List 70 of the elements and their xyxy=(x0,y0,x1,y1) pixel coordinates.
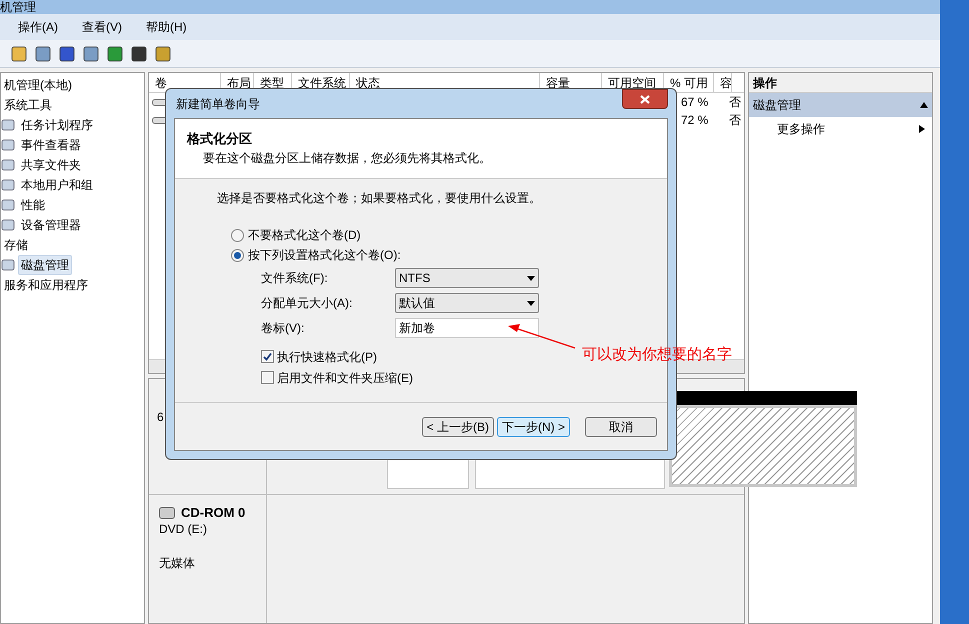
tool-icon xyxy=(1,158,15,172)
table-cell-text: 否 xyxy=(728,94,741,111)
disk-info-text: 6 xyxy=(157,409,165,425)
radio-button[interactable] xyxy=(231,248,244,262)
disk-type: DVD (E:) xyxy=(159,521,208,537)
checkbox[interactable] xyxy=(261,371,274,384)
partition-box[interactable] xyxy=(387,459,469,489)
toolbar-icon[interactable] xyxy=(10,44,28,62)
checkbox-label: 启用文件和文件夹压缩(E) xyxy=(277,370,413,386)
toolbar-icon[interactable] xyxy=(130,44,148,62)
menu-item[interactable]: 查看(V) xyxy=(82,18,122,36)
close-icon xyxy=(640,94,650,104)
disk-status: 无媒体 xyxy=(159,555,196,571)
toolbar-icon[interactable] xyxy=(106,44,124,62)
tree-item[interactable]: 存储 xyxy=(1,235,31,255)
wizard-button[interactable]: 取消 xyxy=(585,416,657,436)
tree-item[interactable]: 系统工具 xyxy=(1,95,55,115)
dropdown[interactable]: NTFS xyxy=(395,268,539,288)
pane-header: 操作 xyxy=(749,73,932,93)
radio-label: 按下列设置格式化这个卷(O): xyxy=(248,247,401,264)
partition-box[interactable] xyxy=(475,459,665,489)
tree-item[interactable]: 事件查看器 xyxy=(18,135,84,155)
wizard-button[interactable]: < 上一步(B) xyxy=(422,416,494,436)
action-section[interactable]: 磁盘管理 xyxy=(749,93,932,117)
tree-item[interactable]: 任务计划程序 xyxy=(18,115,96,135)
window-title: 机管理 xyxy=(0,1,36,13)
wizard-subtitle: 要在这个磁盘分区上储存数据，您必须先将其格式化。 xyxy=(202,150,492,166)
menu-item[interactable]: 操作(A) xyxy=(18,18,58,36)
radio-label: 不要格式化这个卷(D) xyxy=(248,227,361,244)
tree-item[interactable]: 本地用户和组 xyxy=(18,175,96,195)
disk-name: CD-ROM 0 xyxy=(181,505,246,521)
toolbar-icon[interactable] xyxy=(154,44,172,62)
checkbox[interactable] xyxy=(261,350,274,363)
toolbar-icon[interactable] xyxy=(34,44,52,62)
dialog-title: 新建简单卷向导 xyxy=(176,96,260,112)
tool-icon xyxy=(1,258,15,272)
table-cell-text: 否 xyxy=(728,112,741,129)
cd-drive-icon xyxy=(159,507,175,519)
wizard-heading: 格式化分区 xyxy=(187,130,253,148)
dropdown[interactable]: 默认值 xyxy=(395,292,539,312)
field-label: 卷标(V): xyxy=(261,320,306,336)
table-cell-text: 67 % xyxy=(680,94,710,111)
tool-icon xyxy=(1,218,15,232)
tree-item[interactable]: 服务和应用程序 xyxy=(1,275,91,295)
field-label: 分配单元大小(A): xyxy=(261,294,354,312)
prompt-text: 选择是否要格式化这个卷；如果要格式化，要使用什么设置。 xyxy=(217,190,542,207)
checkbox-label: 执行快速格式化(P) xyxy=(277,348,377,366)
collapse-icon xyxy=(920,101,928,109)
tree-item[interactable]: 性能 xyxy=(18,195,48,215)
tree-item[interactable]: 磁盘管理 xyxy=(18,255,72,275)
tree-item[interactable]: 设备管理器 xyxy=(18,215,84,235)
tool-icon xyxy=(1,198,15,212)
wizard-button[interactable]: 下一步(N) > xyxy=(497,416,570,436)
tool-icon xyxy=(1,138,15,152)
tree-item[interactable]: 机管理(本地) xyxy=(1,75,75,95)
close-button[interactable] xyxy=(622,89,668,109)
input-field[interactable]: 新加卷 xyxy=(395,318,539,338)
table-cell-text: 72 % xyxy=(680,112,710,129)
field-label: 文件系统(F): xyxy=(261,270,329,286)
menu-item[interactable]: 帮助(H) xyxy=(146,18,187,36)
tool-icon xyxy=(1,178,15,192)
dropdown-arrow-icon xyxy=(527,274,535,282)
radio-button[interactable] xyxy=(231,228,244,242)
tool-icon xyxy=(1,118,15,132)
tree-item[interactable]: 共享文件夹 xyxy=(18,155,84,175)
toolbar-icon[interactable] xyxy=(58,44,76,62)
dropdown-arrow-icon xyxy=(527,298,535,306)
submenu-arrow-icon xyxy=(918,125,926,133)
toolbar-icon[interactable] xyxy=(82,44,100,62)
action-item[interactable]: 更多操作 xyxy=(749,117,932,141)
